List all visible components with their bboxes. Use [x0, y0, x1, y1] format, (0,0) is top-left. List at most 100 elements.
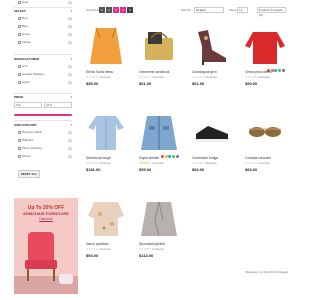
- rating-stars: ★★★★★0 review(s): [245, 161, 270, 165]
- product-name[interactable]: Cordustrim bridge: [192, 156, 218, 160]
- filter-section-price: PRICE ▾: [14, 95, 72, 100]
- jacket-icon[interactable]: [137, 110, 181, 152]
- checkbox[interactable]: [18, 24, 21, 28]
- product-name[interactable]: Deluxbook burgit: [86, 156, 111, 160]
- filter-option[interactable]: Green 2: [14, 30, 72, 38]
- banner-link[interactable]: Discover: [14, 217, 78, 221]
- filter-option[interactable]: Gold 1: [14, 0, 72, 6]
- checkbox[interactable]: [18, 80, 21, 84]
- color-swatch[interactable]: [274, 69, 278, 72]
- checkbox[interactable]: [18, 32, 21, 36]
- product-name[interactable]: Daron pacificks: [86, 242, 109, 246]
- product-name[interactable]: Ethnic Kurta dress: [86, 70, 113, 74]
- product-price: $84.00: [192, 167, 205, 172]
- color-swatch[interactable]: [168, 155, 172, 158]
- rating-stars: ★★★★★0 review(s): [245, 75, 270, 79]
- filter-option[interactable]: Red 4: [14, 14, 72, 22]
- checkbox[interactable]: [18, 0, 21, 4]
- rating-stars: ★★★★★0 review(s): [86, 247, 111, 251]
- blazer-icon[interactable]: [137, 196, 181, 238]
- checkbox[interactable]: [18, 64, 21, 68]
- filter-option[interactable]: Women's Wear 3: [14, 128, 72, 136]
- filter-option[interactable]: Blue 3: [14, 22, 72, 30]
- checkbox[interactable]: [18, 130, 21, 134]
- review-count: 0 review(s): [98, 247, 111, 251]
- filter-option[interactable]: Yellow 1: [14, 38, 72, 46]
- price-min-input[interactable]: 0 $: [14, 102, 42, 108]
- color-swatch[interactable]: [278, 69, 282, 72]
- cushion-icon: [59, 274, 73, 284]
- color-swatch[interactable]: [176, 155, 179, 158]
- divider: [14, 120, 72, 121]
- filter-option[interactable]: Shoes 1: [14, 152, 72, 160]
- checkbox[interactable]: [18, 72, 21, 76]
- rating-stars: ★★★★★0 review(s): [192, 161, 217, 165]
- price-slider[interactable]: [14, 114, 72, 116]
- sort-label: Sort By: [181, 8, 191, 12]
- heel-icon[interactable]: [190, 24, 234, 66]
- checkbox[interactable]: [18, 138, 21, 142]
- rating-stars: ★★★★★0 review(s): [139, 247, 164, 251]
- product-name[interactable]: Geometric sandbook: [139, 70, 169, 74]
- view-label: Grid View: [86, 8, 99, 12]
- page-button-active[interactable]: 3: [113, 7, 119, 13]
- product-compare-link[interactable]: Product Compare (0): [257, 7, 286, 17]
- product-name[interactable]: Coralpia carousel: [245, 156, 271, 160]
- product-price: $55.00: [86, 81, 99, 86]
- review-count: 0 review(s): [151, 75, 164, 79]
- checkbox[interactable]: [18, 16, 21, 20]
- checkbox[interactable]: [18, 146, 21, 150]
- shirt-icon[interactable]: [84, 110, 128, 152]
- checkbox[interactable]: [18, 154, 21, 158]
- show-select[interactable]: 12: [237, 7, 248, 13]
- product-name[interactable]: Gupta sirkash: [139, 156, 159, 160]
- product-price: $61.00: [192, 81, 205, 86]
- show-label: Show: [229, 8, 237, 12]
- banner-title: ARMCHAIR FURNITURE: [23, 211, 69, 216]
- sweater-icon[interactable]: [243, 24, 287, 66]
- color-swatch[interactable]: [160, 155, 164, 158]
- chevron-down-icon[interactable]: ▾: [70, 95, 72, 100]
- product-name[interactable]: Crossingual gem: [192, 70, 217, 74]
- product-price: $181.00: [86, 167, 101, 172]
- review-count: 0 review(s): [257, 161, 270, 165]
- filter-option[interactable]: HTC 1: [14, 62, 72, 70]
- reset-all-button[interactable]: RESET ALL: [18, 170, 40, 178]
- product-price: $93.00: [86, 253, 99, 258]
- blouse-icon[interactable]: [84, 196, 128, 238]
- promo-banner[interactable]: Up To 20% OFF ARMCHAIR FURNITURE Discove…: [14, 198, 78, 294]
- rating-stars: ★★★★★0 review(s): [139, 75, 164, 79]
- bag-icon[interactable]: [137, 24, 181, 66]
- divider: [14, 93, 72, 94]
- filter-option[interactable]: Hewlett Packard 1: [14, 70, 72, 78]
- pagination-info: Showing 1 to 10 of 10 (1 Pages): [245, 270, 288, 274]
- filter-option[interactable]: Men's Clothing 1: [14, 144, 72, 152]
- sneaker-icon[interactable]: [190, 110, 234, 152]
- review-count: 4 review(s): [151, 161, 164, 165]
- page-button[interactable]: 4: [120, 7, 126, 13]
- filter-section-top: Gold 1: [14, 0, 72, 6]
- price-max-input[interactable]: 15 $: [44, 102, 72, 108]
- sunglasses-icon[interactable]: [243, 110, 287, 152]
- checkbox[interactable]: [18, 40, 21, 44]
- color-swatch[interactable]: [282, 69, 285, 72]
- page-button[interactable]: 1: [99, 7, 105, 13]
- filter-option[interactable]: Apple 1: [14, 78, 72, 86]
- color-swatches: [160, 155, 179, 158]
- review-count: 0 review(s): [98, 161, 111, 165]
- filter-title[interactable]: PRICE ▾: [14, 95, 72, 100]
- page-button[interactable]: 5: [127, 7, 133, 13]
- product-name[interactable]: Crews pirou dress: [245, 70, 272, 74]
- filter-option[interactable]: Watches 2: [14, 136, 72, 144]
- review-count: 0 review(s): [257, 75, 270, 79]
- rating-stars: ★★★★★4 review(s): [139, 161, 164, 165]
- product-name[interactable]: Duomsked jackfor: [139, 242, 165, 246]
- armchair-icon: [28, 232, 54, 262]
- page-button[interactable]: 2: [106, 7, 112, 13]
- color-swatch[interactable]: [172, 155, 176, 158]
- divider: [14, 7, 72, 8]
- top-icon[interactable]: [84, 24, 128, 66]
- color-swatch[interactable]: [164, 155, 168, 158]
- sort-select[interactable]: Default: [194, 7, 224, 13]
- price-range-inputs: 0 $ 15 $: [14, 102, 72, 108]
